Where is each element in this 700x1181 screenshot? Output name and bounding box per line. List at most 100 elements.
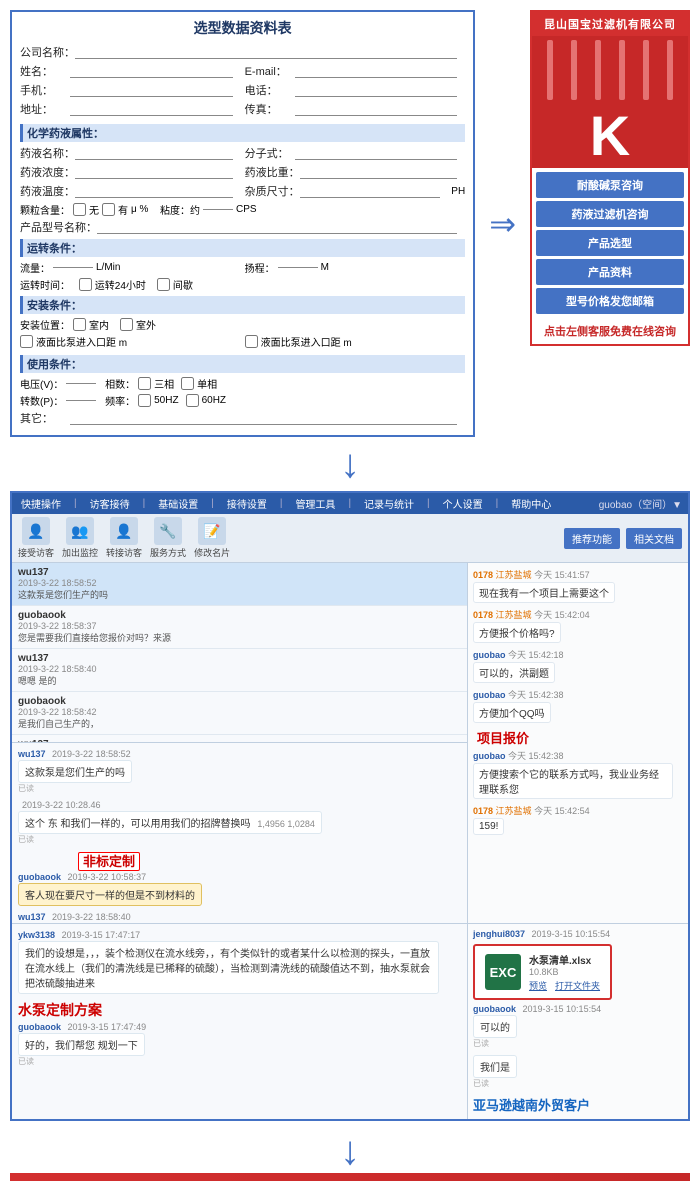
visitor-preview-1: 您是需要我们直接给您报价对吗？来源 [18, 631, 238, 644]
field-address[interactable] [70, 102, 233, 116]
visitor-item-2[interactable]: wu137 2019-3-22 18:58:40 嗯嗯 是的 [12, 649, 467, 692]
field-phone[interactable] [70, 83, 233, 97]
visitor-item-3[interactable]: guobaook 2019-3-22 18:58:42 是我们自己生产的， [12, 692, 467, 735]
field-model[interactable] [97, 220, 457, 234]
toolbar-item-4[interactable]: 管理工具 [292, 495, 338, 512]
action-monitor[interactable]: 👥 加出监控 [62, 517, 98, 559]
field-flow[interactable] [53, 267, 93, 268]
annotation-amazon: 亚马逊越南外贸客户 [473, 1098, 590, 1113]
form-row-rpm: 转数(P)： 频率： 50HZ 60HZ [20, 393, 465, 408]
label-other: 其它： [20, 410, 70, 426]
visitor-name-0: wu137 [18, 567, 461, 578]
field-fax[interactable] [295, 102, 458, 116]
field-name[interactable] [70, 64, 233, 78]
visitor-item-0[interactable]: wu137 2019-3-22 18:58:52 这款泵是您们生产的吗 [12, 563, 467, 606]
msg-bubble-3: 客人现在要尺寸一样的但是不到材料的 [18, 883, 202, 906]
toolbar-item-2[interactable]: 基础设置 [155, 495, 201, 512]
brand-company: 昆山国宝过滤机有限公司 [532, 12, 688, 36]
brand-btn-1[interactable]: 药液过滤机咨询 [536, 201, 684, 227]
label-sg: 药液比重： [245, 164, 300, 180]
label-flow: 流量： [20, 260, 50, 275]
visitor-name-2: wu137 [18, 653, 461, 664]
brand-btn-4[interactable]: 型号价格发您邮箱 [536, 288, 684, 314]
brand-btn-3[interactable]: 产品资料 [536, 259, 684, 285]
msg-status-1: 已读 [18, 834, 461, 845]
bottom-right-reply: 我们是 已读 [473, 1055, 683, 1089]
checkbox-60hz[interactable] [186, 394, 199, 407]
checkbox-liquid-in[interactable] [20, 335, 33, 348]
bottom-left: ykw3138 2019-3-15 17:47:17 我们的设想是，，，装个检测… [12, 924, 468, 1119]
toolbar-item-7[interactable]: 帮助中心 [508, 495, 554, 512]
toolbar-item-3[interactable]: 接待设置 [224, 495, 270, 512]
visitor-item-4[interactable]: wu137 2019-3-22 18:58:50 经销商报价 [12, 735, 467, 743]
checkbox-particle-have[interactable] [102, 203, 115, 216]
form-row-company: 公司名称： [20, 44, 465, 60]
r-bubble-4: 方便搜索个它的联系方式吗，我业业务经理联系您 [473, 763, 673, 799]
checkbox-liquid-out[interactable] [245, 335, 258, 348]
action-transfer[interactable]: 👤 转接访客 [106, 517, 142, 559]
label-rpm: 转数(P)： [20, 393, 63, 408]
label-model: 产品型号名称： [20, 219, 97, 235]
annotation-shuibeng-area: 水泵定制方案 [18, 1000, 461, 1020]
file-icon: EXC [485, 954, 521, 990]
checkbox-3phase[interactable] [138, 377, 151, 390]
chat-action-bar: 👤 接受访客 👥 加出监控 👤 转接访客 🔧 服务方式 📝 修改名片 推荐功能 … [12, 514, 688, 563]
transfer-label: 转接访客 [106, 546, 142, 559]
file-size: 10.8KB [529, 967, 600, 977]
field-company[interactable] [75, 45, 457, 59]
field-viscosity[interactable] [203, 209, 233, 210]
label-intermittent: 间歇 [173, 277, 193, 292]
r-bubble-5: 159! [473, 818, 504, 835]
checkbox-1phase[interactable] [181, 377, 194, 390]
checkbox-24h[interactable] [79, 278, 92, 291]
toolbar-item-6[interactable]: 个人设置 [440, 495, 486, 512]
msg-status-0: 已读 [18, 783, 461, 794]
file-preview[interactable]: 预览 [529, 979, 547, 992]
final-arrow: ↓ [0, 1126, 700, 1173]
file-open-folder[interactable]: 打开文件夹 [555, 979, 600, 992]
card-icon: 📝 [198, 517, 226, 545]
checkbox-particle-none[interactable] [73, 203, 86, 216]
action-accept[interactable]: 👤 接受访客 [18, 517, 54, 559]
action-card[interactable]: 📝 修改名片 [194, 517, 230, 559]
checkbox-outdoor[interactable] [120, 318, 133, 331]
btn-docs[interactable]: 相关文档 [626, 528, 682, 549]
bottom-right-bubble: 可以的 [473, 1015, 517, 1038]
label-temp: 药液温度： [20, 183, 75, 199]
field-rpm[interactable] [66, 400, 96, 401]
bottom-sender-0: ykw3138 2019-3-15 17:47:17 [18, 930, 461, 940]
field-conc[interactable] [75, 165, 233, 179]
checkbox-indoor[interactable] [73, 318, 86, 331]
field-voltage[interactable] [66, 383, 96, 384]
field-molecular[interactable] [295, 146, 458, 160]
r-msg-0: 0178 江苏盐城 今天 15:41:57 现在我有一个项目上需要这个 [473, 568, 683, 603]
field-other[interactable] [70, 411, 457, 425]
toolbar-item-0[interactable]: 快捷操作 [18, 495, 64, 512]
field-email[interactable] [295, 64, 458, 78]
brand-btn-0[interactable]: 耐酸碱泵咨询 [536, 172, 684, 198]
file-name: 水泵清单.xlsx [529, 952, 600, 967]
field-drugname[interactable] [75, 146, 233, 160]
btn-recommend[interactable]: 推荐功能 [564, 528, 620, 549]
field-sg[interactable] [300, 165, 458, 179]
field-imp[interactable] [300, 184, 441, 198]
chat-user-info[interactable]: guobao（空间）▼ [599, 496, 682, 511]
checkbox-50hz[interactable] [138, 394, 151, 407]
center-arrow-down: ↓ [0, 442, 700, 486]
form-row-phone-tel: 手机： 电话： [20, 82, 465, 101]
file-box: EXC 水泵清单.xlsx 10.8KB 预览 打开文件夹 [473, 944, 612, 1000]
field-lift[interactable] [278, 267, 318, 268]
toolbar-item-5[interactable]: 记录与统计 [361, 495, 417, 512]
action-service[interactable]: 🔧 服务方式 [150, 517, 186, 559]
label-particle-unit: μ % [131, 204, 148, 215]
field-tel[interactable] [295, 83, 458, 97]
annotation-feibiao: 非标定制 [78, 852, 140, 871]
brand-btn-2[interactable]: 产品选型 [536, 230, 684, 256]
label-24h: 运转24小时 [95, 277, 146, 292]
bottom-right-msg: guobaook 2019-3-15 10:15:54 可以的 已读 [473, 1004, 683, 1049]
field-temp[interactable] [75, 184, 233, 198]
bottom-bubble-reply: 好的，我们帮您 规划一下 [18, 1033, 145, 1056]
visitor-item-1[interactable]: guobaook 2019-3-22 18:58:37 您是需要我们直接给您报价… [12, 606, 467, 649]
checkbox-intermittent[interactable] [157, 278, 170, 291]
toolbar-item-1[interactable]: 访客接待 [87, 495, 133, 512]
